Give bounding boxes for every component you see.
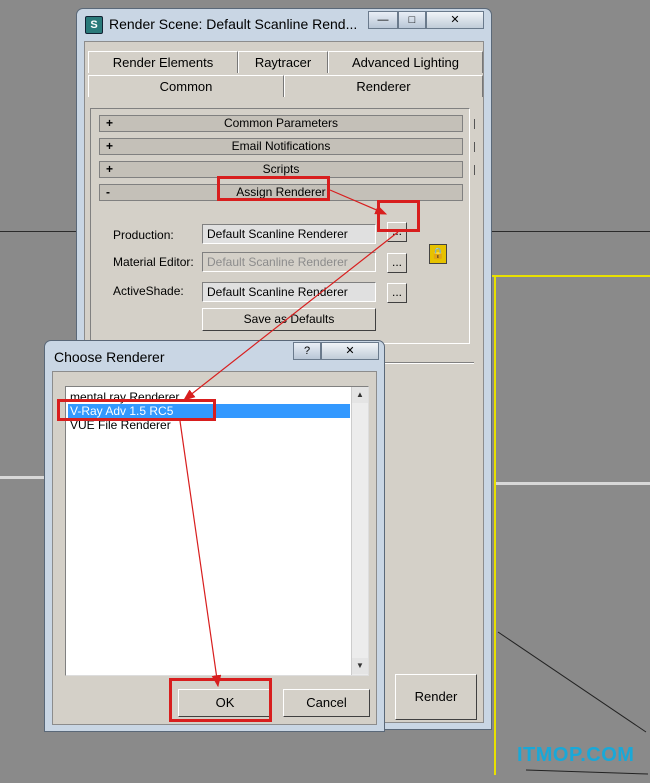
- activeshade-renderer-field: Default Scanline Renderer: [202, 282, 376, 302]
- maximize-button[interactable]: □: [398, 11, 426, 29]
- minimize-button[interactable]: —: [368, 11, 398, 29]
- dialog-close-button[interactable]: ✕: [321, 342, 379, 360]
- rollout-scripts[interactable]: + Scripts: [99, 161, 463, 178]
- rollout-email-notifications[interactable]: + Email Notifications: [99, 138, 463, 155]
- viewport-border-yellow: [492, 275, 650, 277]
- production-browse-button[interactable]: ...: [387, 222, 407, 242]
- lock-icon[interactable]: 🔒: [429, 244, 447, 264]
- production-renderer-field: Default Scanline Renderer: [202, 224, 376, 244]
- render-scene-titlebar[interactable]: S Render Scene: Default Scanline Rend...…: [77, 9, 491, 39]
- viewport-line: [0, 476, 44, 479]
- viewport-line: [492, 231, 650, 232]
- material-editor-renderer-field: Default Scanline Renderer: [202, 252, 376, 272]
- tab-raytracer[interactable]: Raytracer: [238, 51, 328, 73]
- list-item-selected[interactable]: V-Ray Adv 1.5 RC5: [68, 404, 350, 418]
- render-button[interactable]: Render: [395, 674, 477, 720]
- tab-common[interactable]: Common: [88, 75, 284, 97]
- activeshade-browse-button[interactable]: ...: [387, 283, 407, 303]
- rollout-label: Assign Renderer: [236, 185, 326, 199]
- viewport-line: [0, 231, 76, 232]
- rollout-label: Common Parameters: [223, 116, 339, 130]
- activeshade-label: ActiveShade:: [113, 284, 184, 298]
- rollout-scroll-tick: [474, 165, 477, 175]
- cancel-button[interactable]: Cancel: [283, 689, 370, 717]
- help-button[interactable]: ?: [293, 342, 321, 360]
- choose-renderer-client: mental ray Renderer V-Ray Adv 1.5 RC5 VU…: [52, 371, 377, 725]
- rollout-common-parameters[interactable]: + Common Parameters: [99, 115, 463, 132]
- rollout-scroll-tick: [474, 142, 477, 152]
- scroll-down-icon[interactable]: ▼: [352, 658, 368, 674]
- save-as-defaults-button[interactable]: Save as Defaults: [202, 308, 376, 331]
- list-item[interactable]: mental ray Renderer: [68, 390, 350, 404]
- dialog-title: Choose Renderer: [54, 349, 165, 365]
- rollout-scroll-tick: [474, 119, 477, 129]
- ok-button[interactable]: OK: [178, 689, 272, 717]
- scroll-up-icon[interactable]: ▲: [352, 387, 368, 403]
- material-editor-browse-button[interactable]: ...: [387, 253, 407, 273]
- viewport-line: [496, 482, 650, 485]
- watermark: ITMOP.COM: [517, 744, 635, 766]
- tab-advanced-lighting[interactable]: Advanced Lighting: [328, 51, 483, 73]
- list-scrollbar[interactable]: ▲ ▼: [351, 387, 368, 675]
- production-label: Production:: [113, 228, 174, 242]
- choose-renderer-dialog: Choose Renderer ? ✕ mental ray Renderer …: [44, 340, 385, 732]
- renderer-list[interactable]: mental ray Renderer V-Ray Adv 1.5 RC5 VU…: [65, 386, 369, 676]
- app-icon: S: [85, 16, 103, 34]
- material-editor-label: Material Editor:: [113, 255, 194, 269]
- rollout-label: Scripts: [262, 162, 300, 176]
- rollout-label: Email Notifications: [231, 139, 331, 153]
- tab-renderer[interactable]: Renderer: [284, 75, 483, 97]
- close-button[interactable]: ✕: [426, 11, 484, 29]
- rollout-assign-renderer[interactable]: - Assign Renderer: [99, 184, 463, 201]
- tab-render-elements[interactable]: Render Elements: [88, 51, 238, 73]
- list-item[interactable]: VUE File Renderer: [68, 418, 350, 432]
- window-title: Render Scene: Default Scanline Rend...: [109, 16, 358, 32]
